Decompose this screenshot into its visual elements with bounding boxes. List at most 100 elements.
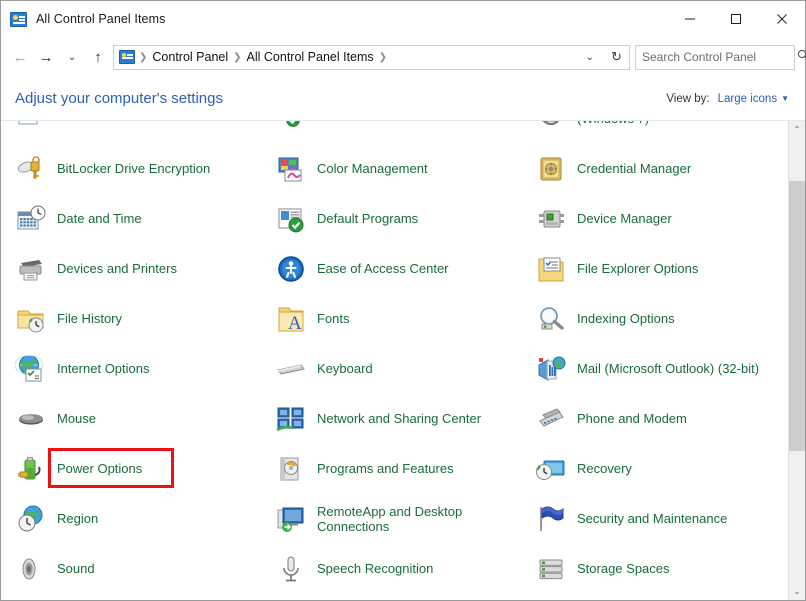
control-panel-item-label: Region [57, 511, 99, 527]
chevron-down-icon[interactable]: ▼ [781, 94, 789, 103]
remoteapp-icon [275, 503, 307, 535]
control-panel-item[interactable]: Mail (Microsoft Outlook) (32-bit) [535, 344, 788, 394]
control-panel-item[interactable]: Device Manager [535, 194, 788, 244]
control-panel-item[interactable]: Sound [15, 544, 275, 594]
control-panel-item-label: (Windows 7) [577, 121, 649, 127]
phone-modem-icon [535, 403, 567, 435]
minimize-button[interactable] [667, 1, 713, 37]
storage-spaces-icon [535, 553, 567, 585]
address-bar[interactable]: ❯ Control Panel ❯ All Control Panel Item… [113, 44, 605, 70]
control-panel-item[interactable]: Devices and Printers [15, 244, 275, 294]
control-panel-item-label: Mail (Microsoft Outlook) (32-bit) [577, 361, 760, 377]
control-panel-item[interactable]: BitLocker Drive Encryption [15, 144, 275, 194]
control-panel-item[interactable]: Ease of Access Center [275, 244, 535, 294]
control-panel-item[interactable]: Default Programs [275, 194, 535, 244]
control-panel-item-label: Devices and Printers [57, 261, 177, 277]
control-panel-item[interactable]: Recovery [535, 444, 788, 494]
search-input[interactable] [642, 50, 797, 64]
network-sharing-icon [275, 403, 307, 435]
internet-options-icon [15, 353, 47, 385]
breadcrumb-control-panel[interactable]: Control Panel [148, 50, 232, 64]
view-by-label: View by: [666, 92, 710, 105]
clipped-row-icon [15, 121, 47, 135]
vertical-scrollbar[interactable]: ⌃ ⌄ [788, 121, 805, 600]
control-panel-item[interactable]: Region [15, 494, 275, 544]
window-title: All Control Panel Items [36, 12, 166, 26]
mail-icon [535, 353, 567, 385]
title-bar: All Control Panel Items [1, 1, 805, 37]
scroll-down-icon[interactable]: ⌄ [789, 583, 805, 600]
date-time-icon [15, 203, 47, 235]
recent-locations-icon[interactable]: ⌄ [59, 44, 85, 70]
mouse-icon [15, 403, 47, 435]
control-panel-item[interactable]: Color Management [275, 144, 535, 194]
up-icon[interactable]: ↑ [85, 44, 111, 70]
control-panel-item[interactable]: Date and Time [15, 194, 275, 244]
search-box[interactable] [635, 44, 806, 70]
control-panel-item-label: Keyboard [317, 361, 373, 377]
control-panel-item-label: Fonts [317, 311, 350, 327]
control-panel-item[interactable] [275, 121, 535, 144]
control-panel-item[interactable]: RemoteApp and Desktop Connections [275, 494, 535, 544]
breadcrumb-separator-1: ❯ [233, 51, 242, 63]
control-panel-item[interactable] [15, 121, 275, 144]
page-title: Adjust your computer's settings [15, 90, 223, 107]
control-panel-item-label: Indexing Options [577, 311, 675, 327]
items-grid-wrap: (Windows 7) BitLocker Drive Encryption Col… [1, 121, 788, 600]
forward-icon[interactable]: → [33, 44, 59, 70]
file-history-icon [15, 303, 47, 335]
control-panel-item-label: Power Options [57, 461, 143, 477]
control-panel-item[interactable]: A Fonts [275, 294, 535, 344]
address-control-panel-icon [119, 50, 135, 64]
breadcrumb-separator-2[interactable]: ❯ [378, 52, 388, 63]
heading-strip: Adjust your computer's settings View by:… [1, 77, 805, 121]
view-by-control: View by: Large icons ▼ [666, 93, 789, 105]
navigation-bar: ← → ⌄ ↑ ❯ Control Panel ❯ All Control Pa… [1, 37, 806, 77]
control-panel-item[interactable]: Security and Maintenance [535, 494, 788, 544]
address-dropdown-icon[interactable]: ⌄ [586, 52, 600, 63]
control-panel-item-label: BitLocker Drive Encryption [57, 161, 211, 177]
control-panel-item-label: Phone and Modem [577, 411, 687, 427]
power-options-icon [15, 453, 47, 485]
control-panel-item-label: Sound [57, 561, 95, 577]
indexing-options-icon [535, 303, 567, 335]
control-panel-item[interactable]: Indexing Options [535, 294, 788, 344]
control-panel-item-label: Recovery [577, 461, 632, 477]
sound-icon [15, 553, 47, 585]
control-panel-item[interactable]: Keyboard [275, 344, 535, 394]
scroll-up-icon[interactable]: ⌃ [789, 121, 805, 138]
control-panel-item-label: Date and Time [57, 211, 142, 227]
refresh-icon[interactable]: ↻ [604, 44, 630, 70]
control-panel-item[interactable]: Network and Sharing Center [275, 394, 535, 444]
control-panel-item[interactable]: (Windows 7) [535, 121, 788, 144]
breadcrumb-all-control-panel-items[interactable]: All Control Panel Items [243, 50, 378, 64]
control-panel-item[interactable]: File Explorer Options [535, 244, 788, 294]
devices-printers-icon [15, 253, 47, 285]
control-panel-item[interactable]: File History [15, 294, 275, 344]
scrollbar-track[interactable] [789, 138, 805, 583]
control-panel-item[interactable]: Programs and Features [275, 444, 535, 494]
svg-text:A: A [288, 313, 302, 334]
control-panel-item-label: Ease of Access Center [317, 261, 449, 277]
scrollbar-thumb[interactable] [789, 181, 805, 451]
control-panel-item[interactable]: Credential Manager [535, 144, 788, 194]
ease-of-access-icon [275, 253, 307, 285]
region-icon [15, 503, 47, 535]
programs-features-icon [275, 453, 307, 485]
back-icon[interactable]: ← [7, 44, 33, 70]
view-by-value[interactable]: Large icons [718, 93, 777, 105]
control-panel-item[interactable]: Mouse [15, 394, 275, 444]
control-panel-item-label: Internet Options [57, 361, 150, 377]
fonts-icon: A [275, 303, 307, 335]
control-panel-item[interactable]: Internet Options [15, 344, 275, 394]
control-panel-item[interactable]: Speech Recognition [275, 544, 535, 594]
control-panel-item-label: Color Management [317, 161, 428, 177]
close-button[interactable] [759, 1, 805, 37]
maximize-button[interactable] [713, 1, 759, 37]
control-panel-item[interactable]: Storage Spaces [535, 544, 788, 594]
clipped-check-icon [275, 121, 307, 135]
control-panel-item-label: Storage Spaces [577, 561, 670, 577]
magnifier-icon [797, 49, 806, 65]
control-panel-item[interactable]: Power Options [15, 444, 275, 494]
control-panel-item[interactable]: Phone and Modem [535, 394, 788, 444]
